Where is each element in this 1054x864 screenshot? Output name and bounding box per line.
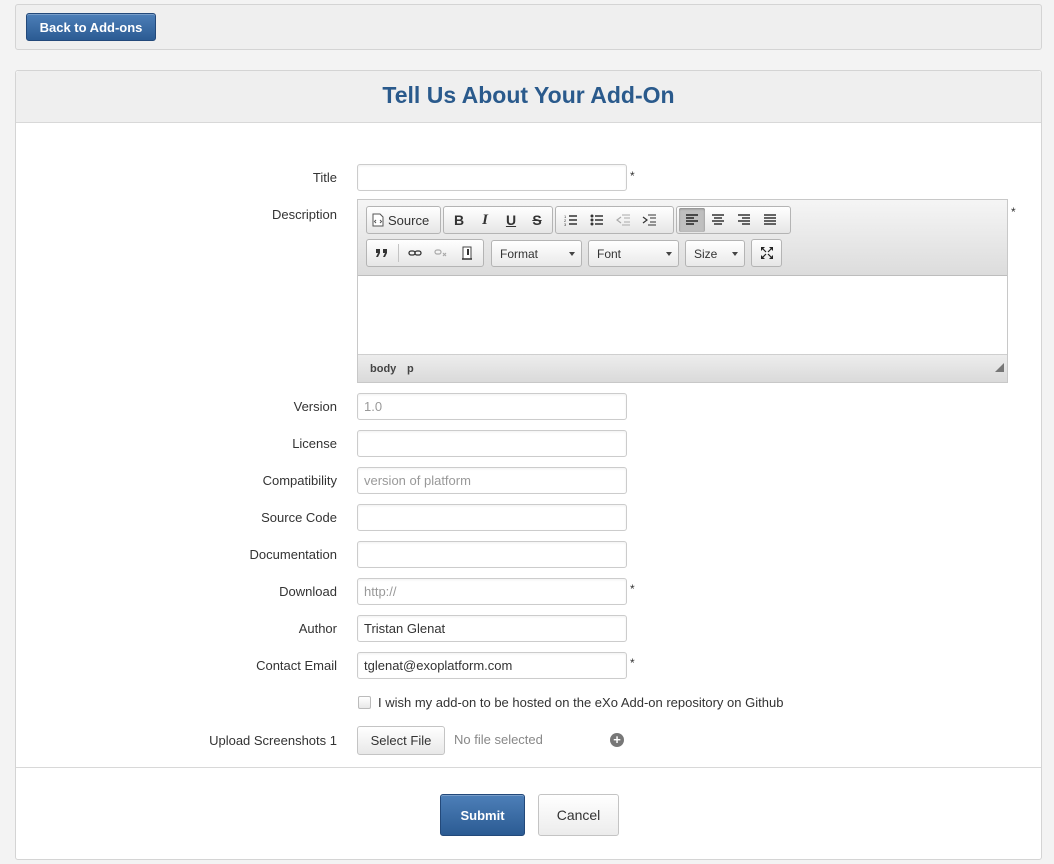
size-label: Size	[694, 247, 718, 261]
anchor-button[interactable]	[454, 241, 480, 265]
submit-button[interactable]: Submit	[440, 794, 525, 836]
align-left-button[interactable]	[679, 208, 705, 232]
bold-button[interactable]: B	[446, 208, 472, 232]
maximize-icon	[760, 247, 773, 259]
align-right-icon	[738, 214, 750, 225]
source-button[interactable]: Source	[369, 208, 432, 232]
justify-button[interactable]	[757, 208, 783, 232]
source-code-label: Source Code	[261, 510, 337, 525]
outdent-icon	[616, 214, 630, 226]
required-marker: *	[630, 656, 635, 670]
title-label: Title	[312, 170, 337, 185]
source-icon	[372, 213, 384, 227]
strike-button[interactable]: S	[524, 208, 550, 232]
page-title: Tell Us About Your Add-On	[382, 82, 675, 108]
unlink-button[interactable]	[428, 241, 454, 265]
cancel-button[interactable]: Cancel	[538, 794, 619, 836]
documentation-input[interactable]	[357, 541, 627, 568]
compatibility-label: Compatibility	[262, 473, 337, 488]
format-dropdown[interactable]: Format	[491, 240, 582, 267]
blockquote-button[interactable]	[369, 241, 395, 265]
font-label: Font	[597, 247, 622, 261]
format-label: Format	[500, 247, 539, 261]
upload-screenshots-label: Upload Screenshots 1	[209, 733, 337, 748]
source-group: Source	[366, 206, 441, 234]
align-right-button[interactable]	[731, 208, 757, 232]
size-dropdown[interactable]: Size	[685, 240, 745, 267]
description-label: Description	[271, 207, 337, 222]
font-dropdown[interactable]: Font	[588, 240, 679, 267]
numbered-list-icon: 123	[564, 214, 577, 226]
indent-button[interactable]	[636, 208, 662, 232]
source-label: Source	[388, 212, 430, 228]
top-toolbar: Back to Add-ons	[15, 4, 1042, 50]
indent-icon	[642, 214, 656, 226]
maximize-button[interactable]	[757, 241, 777, 265]
chevron-down-icon	[666, 252, 672, 256]
documentation-label: Documentation	[249, 547, 337, 562]
underline-button[interactable]: U	[498, 208, 524, 232]
link-button[interactable]	[402, 241, 428, 265]
github-hosting-checkbox[interactable]	[358, 696, 371, 709]
blockquote-icon	[376, 249, 387, 257]
numbered-list-button[interactable]: 123	[558, 208, 584, 232]
author-input[interactable]	[357, 615, 627, 642]
maximize-group	[751, 239, 782, 267]
license-label: License	[292, 436, 337, 451]
bullet-list-icon	[590, 214, 603, 226]
insert-group	[366, 239, 484, 267]
add-icon[interactable]: +	[610, 733, 624, 747]
path-element-p[interactable]: p	[407, 363, 414, 375]
addon-form-panel: Tell Us About Your Add-On Title * Descri…	[15, 70, 1042, 860]
required-marker: *	[630, 169, 635, 183]
bullet-list-button[interactable]	[584, 208, 610, 232]
link-icon	[408, 250, 422, 256]
github-hosting-label[interactable]: I wish my add-on to be hosted on the eXo…	[378, 695, 783, 710]
anchor-icon	[462, 246, 472, 260]
contact-email-input[interactable]	[357, 652, 627, 679]
contact-email-label: Contact Email	[256, 658, 337, 673]
editor-toolbar: Source B I U S 123 Format Font Size	[358, 200, 1007, 276]
title-input[interactable]	[357, 164, 627, 191]
outdent-button[interactable]	[610, 208, 636, 232]
svg-text:3: 3	[564, 222, 567, 226]
toolbar-separator	[398, 244, 399, 262]
source-code-input[interactable]	[357, 504, 627, 531]
align-center-icon	[712, 214, 724, 225]
italic-button[interactable]: I	[472, 208, 498, 232]
license-input[interactable]	[357, 430, 627, 457]
path-element-body[interactable]: body	[370, 363, 396, 375]
description-editor: Source B I U S 123 Format Font Size body…	[357, 199, 1008, 383]
version-input[interactable]	[357, 393, 627, 420]
required-marker: *	[1011, 205, 1016, 219]
align-left-icon	[686, 214, 698, 225]
back-to-addons-button[interactable]: Back to Add-ons	[26, 13, 156, 41]
compatibility-input[interactable]	[357, 467, 627, 494]
chevron-down-icon	[732, 252, 738, 256]
panel-header: Tell Us About Your Add-On	[16, 71, 1041, 123]
version-label: Version	[293, 399, 337, 414]
basic-styles-group: B I U S	[443, 206, 553, 234]
editor-content-area[interactable]	[358, 276, 1007, 356]
download-input[interactable]	[357, 578, 627, 605]
form-divider	[16, 767, 1041, 768]
download-label: Download	[279, 584, 337, 599]
chevron-down-icon	[569, 252, 575, 256]
align-center-button[interactable]	[705, 208, 731, 232]
resize-grip-icon[interactable]	[995, 363, 1004, 372]
unlink-icon	[434, 249, 447, 257]
select-file-button[interactable]: Select File	[357, 726, 445, 755]
author-label: Author	[298, 621, 337, 636]
justify-icon	[764, 214, 776, 225]
required-marker: *	[630, 582, 635, 596]
editor-path-bar: body p	[358, 354, 1007, 382]
list-group: 123	[555, 206, 674, 234]
file-status-text: No file selected	[454, 732, 543, 747]
alignment-group	[676, 206, 791, 234]
